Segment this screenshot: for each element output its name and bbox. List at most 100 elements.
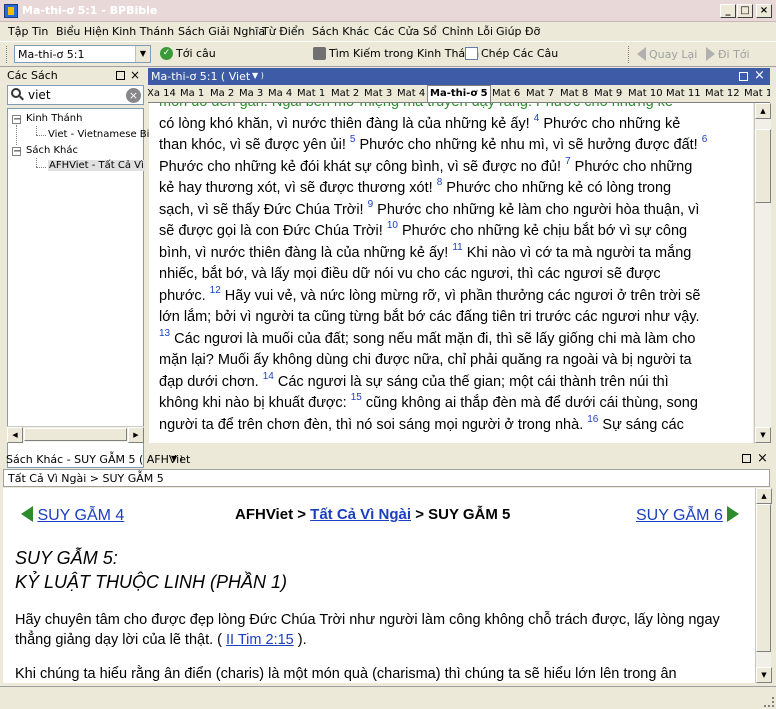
chapter-tab[interactable]: Mat 1 [296, 87, 326, 102]
chapter-tab[interactable]: Mat 9 [593, 87, 623, 102]
panel-close-icon[interactable]: × [757, 451, 768, 466]
tree-item-viet[interactable]: Viet - Vietnamese Bi [48, 129, 149, 140]
menu-windows[interactable]: Các Cửa Sổ [374, 25, 437, 38]
reference-combo[interactable]: Ma-thi-ơ 5:1 ▼ [14, 45, 151, 63]
verse-text: người ta để trên chơn đèn, thì nó soi sá… [159, 416, 588, 433]
forward-button[interactable]: Đi Tới [706, 47, 750, 61]
chapter-tab[interactable]: Ma 1 [179, 87, 205, 102]
tree-item-other-books[interactable]: Sách Khác [26, 145, 78, 156]
minimize-button[interactable]: _ [720, 4, 736, 18]
commentary-vscroll[interactable]: ▲ ▼ [755, 488, 772, 683]
goto-button[interactable]: ✓ Tới câu [160, 47, 216, 60]
bible-line: đạp dưới chơn. 14 Các ngươi là sự sáng c… [159, 371, 747, 394]
menu-dictionaries[interactable]: Từ Điển [262, 25, 305, 38]
back-arrow-icon [21, 506, 33, 522]
verse-number[interactable]: 10 [387, 220, 398, 231]
commentary-breadcrumb-field[interactable]: Tất Cả Vì Ngài > SUY GẪM 5 [3, 469, 770, 487]
scroll-right-icon[interactable]: ▶ [128, 427, 144, 443]
chapter-tabs: Xa 14 Ma 1 Ma 2 Ma 3 Ma 4 Mat 1 Mat 2 Ma… [148, 85, 770, 103]
verse-number[interactable]: 14 [263, 371, 274, 382]
tree-item-bibles[interactable]: Kinh Thánh [26, 113, 82, 124]
search-input[interactable]: viet [28, 88, 51, 102]
float-icon[interactable] [116, 71, 125, 80]
chapter-tab[interactable]: Mat 10 [627, 87, 664, 102]
toolbar-grip-2[interactable] [628, 46, 631, 63]
scripture-link[interactable]: II Tim 2:15 [226, 632, 294, 648]
chapter-tab[interactable]: Ma 2 [209, 87, 235, 102]
bible-pane-title[interactable]: Ma-thi-ơ 5:1 ( Viet [151, 70, 250, 83]
app-icon [4, 4, 18, 18]
copy-verses-label: Chép Các Câu [481, 47, 559, 60]
verse-number[interactable]: 12 [210, 285, 221, 296]
menu-debug[interactable]: Chỉnh Lỗi [442, 25, 493, 38]
clear-search-icon[interactable]: × [126, 88, 141, 103]
prev-link[interactable]: SUY GẪM 4 [21, 506, 124, 525]
tree-line [36, 126, 37, 135]
chevron-down-icon[interactable]: ▼ ) [252, 71, 264, 80]
bible-line: nhiếc, bắt bớ, và lấy mọi điều dữ nói vu… [159, 264, 747, 286]
next-link-label[interactable]: SUY GẪM 6 [636, 507, 723, 524]
scroll-thumb[interactable] [756, 504, 771, 652]
toolbar-grip[interactable] [6, 46, 9, 63]
menu-commentaries[interactable]: Sách Giải Nghĩa [178, 25, 265, 38]
scroll-up-icon[interactable]: ▲ [756, 488, 772, 504]
menu-file[interactable]: Tập Tin [8, 25, 48, 38]
chevron-down-icon[interactable]: ▼ [135, 46, 150, 62]
scroll-thumb[interactable] [24, 428, 127, 441]
tree-item-afhviet[interactable]: AFHViet - Tất Cả Vì [48, 160, 145, 171]
scroll-up-icon[interactable]: ▲ [755, 103, 771, 119]
search-bible-button[interactable]: Tìm Kiếm trong Kinh Thánh [313, 47, 479, 60]
verse-number[interactable]: 15 [351, 392, 362, 403]
verse-number[interactable]: 11 [452, 242, 462, 253]
verse-number[interactable]: 16 [587, 414, 598, 425]
bible-line: có lòng khó khăn, vì nước thiên đàng là … [159, 113, 747, 136]
commentary-title[interactable]: Sách Khác - SUY GẪM 5 ( AFHViet [6, 453, 190, 466]
chapter-tab[interactable]: Mat 2 [330, 87, 360, 102]
chapter-tab[interactable]: Ma 4 [267, 87, 293, 102]
next-link[interactable]: SUY GẪM 6 [636, 506, 740, 525]
verse-number[interactable]: 6 [702, 134, 708, 145]
copy-verses-button[interactable]: Chép Các Câu [465, 47, 558, 60]
chapter-tab[interactable]: Mat 3 [363, 87, 393, 102]
tree-expander[interactable]: − [12, 147, 21, 157]
reference-value: Ma-thi-ơ 5:1 [18, 48, 85, 61]
chapter-tab[interactable]: Mat 1 [743, 87, 770, 102]
resize-grip[interactable] [764, 697, 774, 707]
menu-help[interactable]: Giúp Đỡ [496, 25, 540, 38]
chapter-tab[interactable]: Mat 7 [525, 87, 555, 102]
scroll-down-icon[interactable]: ▼ [755, 427, 771, 443]
maximize-button[interactable]: □ [737, 4, 753, 18]
chapter-tab[interactable]: Mat 4 [396, 87, 426, 102]
chapter-tab[interactable]: Xa 14 [148, 87, 177, 102]
prev-link-label[interactable]: SUY GẪM 4 [37, 507, 124, 524]
float-icon[interactable] [742, 454, 751, 463]
panel-close-icon[interactable]: × [130, 68, 140, 82]
chapter-tab-active[interactable]: Ma-thi-ơ 5 [427, 85, 491, 102]
scroll-left-icon[interactable]: ◀ [7, 427, 23, 443]
commentary-header: Sách Khác - SUY GẪM 5 ( AFHViet ▼ ) × [0, 450, 776, 468]
scroll-thumb[interactable] [755, 129, 771, 203]
chapter-tab[interactable]: Mat 6 [491, 87, 521, 102]
verse-number[interactable]: 13 [159, 328, 170, 339]
para1-end: ). [293, 632, 307, 648]
bible-vscroll[interactable]: ▲ ▼ [754, 103, 771, 444]
book-link[interactable]: Tất Cả Vì Ngài [310, 506, 411, 523]
breadcrumb: Tất Cả Vì Ngài > SUY GẪM 5 [8, 472, 164, 485]
chapter-tab[interactable]: Ma 3 [238, 87, 264, 102]
menu-other-books[interactable]: Sách Khác [312, 25, 369, 38]
menu-view[interactable]: Biểu Hiện [56, 25, 109, 38]
panel-close-icon[interactable]: × [754, 68, 765, 83]
tree-hscroll[interactable]: ◀ ▶ [7, 426, 144, 443]
chapter-tab[interactable]: Mat 8 [559, 87, 589, 102]
close-button[interactable]: × [756, 4, 772, 18]
back-button[interactable]: Quay Lại [637, 47, 697, 61]
books-search-box[interactable]: viet × [7, 85, 144, 105]
para2-text: Khi chúng ta hiểu rằng ân điển (charis) … [15, 666, 677, 682]
menu-bible[interactable]: Kinh Thánh [112, 25, 174, 38]
float-icon[interactable] [739, 72, 748, 81]
chevron-down-icon[interactable]: ▼ ) [171, 454, 183, 463]
chapter-tab[interactable]: Mat 11 [665, 87, 702, 102]
scroll-down-icon[interactable]: ▼ [756, 667, 772, 683]
chapter-tab[interactable]: Mat 12 [704, 87, 741, 102]
tree-expander[interactable]: − [12, 115, 21, 125]
